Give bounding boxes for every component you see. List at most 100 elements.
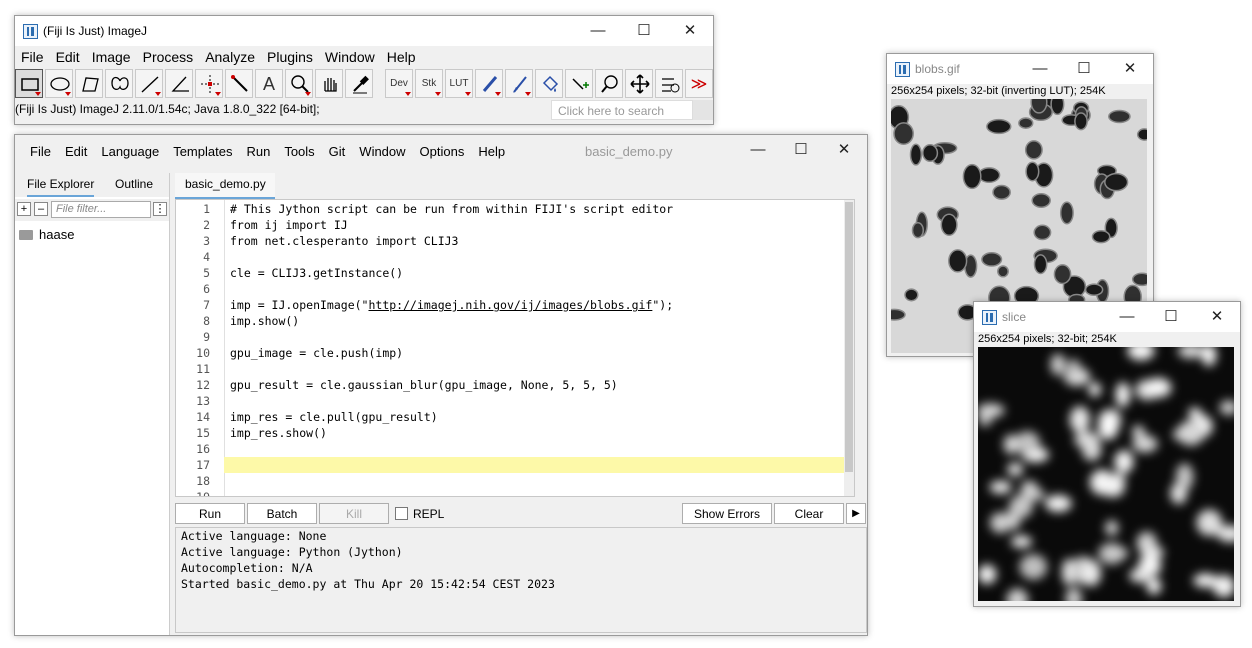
editor-menu-run[interactable]: Run (239, 141, 277, 162)
wand-tool-icon[interactable] (225, 69, 253, 98)
maximize-icon[interactable]: ☐ (621, 16, 667, 46)
code-line[interactable]: 19 (176, 489, 844, 496)
file-filter-input[interactable]: File filter... (51, 201, 151, 218)
stk-menu[interactable]: Stk (415, 69, 443, 98)
clear-button[interactable]: Clear (774, 503, 844, 524)
filter-options-button[interactable]: ⋮ (153, 202, 167, 216)
editor-menu-git[interactable]: Git (322, 141, 353, 162)
editor-menu-edit[interactable]: Edit (58, 141, 94, 162)
line-number: 14 (196, 410, 210, 424)
editor-menu-templates[interactable]: Templates (166, 141, 239, 162)
tab-basic-demo[interactable]: basic_demo.py (175, 173, 275, 199)
editor-menu-language[interactable]: Language (94, 141, 166, 162)
menu-image[interactable]: Image (86, 46, 137, 65)
lut-menu[interactable]: LUT (445, 69, 473, 98)
code-line[interactable]: 4 (176, 249, 844, 265)
menu-analyze[interactable]: Analyze (199, 46, 261, 65)
code-line[interactable]: 16 (176, 441, 844, 457)
close-icon[interactable]: ✕ (667, 16, 713, 46)
menu-file[interactable]: File (15, 46, 50, 65)
code-line[interactable]: 11 (176, 361, 844, 377)
code-line[interactable]: 13 (176, 393, 844, 409)
brush-tool-icon[interactable] (505, 69, 533, 98)
code-editor[interactable]: 1 # This Jython script can be run from wi… (175, 199, 855, 497)
tool-switch-icon[interactable] (655, 69, 683, 98)
code-line[interactable]: 2 from ij import IJ (176, 217, 844, 233)
repl-checkbox[interactable] (395, 507, 408, 520)
freehand-tool-icon[interactable] (105, 69, 133, 98)
editor-minimize-icon[interactable]: — (735, 135, 781, 165)
flood-fill-tool-icon[interactable] (535, 69, 563, 98)
editor-scrollbar[interactable] (844, 200, 854, 496)
menu-help[interactable]: Help (381, 46, 422, 65)
move-tool-icon[interactable] (625, 69, 653, 98)
rectangle-tool-icon[interactable] (15, 69, 43, 98)
oval-tool-icon[interactable] (45, 69, 73, 98)
slice-image-window: slice — ☐ ✕ 256x254 pixels; 32-bit; 254K (973, 301, 1241, 607)
editor-menu-tools[interactable]: Tools (277, 141, 321, 162)
editor-menu-window[interactable]: Window (352, 141, 412, 162)
hand-tool-icon[interactable] (315, 69, 343, 98)
maximize-icon[interactable]: ☐ (1148, 302, 1194, 332)
magnifier-tool-icon[interactable] (285, 69, 313, 98)
editor-scroll-thumb[interactable] (845, 202, 853, 472)
code-line[interactable]: 18 (176, 473, 844, 489)
editor-maximize-icon[interactable]: ☐ (778, 135, 824, 165)
add-button[interactable]: + (17, 202, 31, 216)
point-tool-icon[interactable] (195, 69, 223, 98)
search-button[interactable] (693, 100, 713, 120)
line-tool-icon[interactable] (135, 69, 163, 98)
run-button[interactable]: Run (175, 503, 245, 524)
menu-window[interactable]: Window (319, 46, 381, 65)
wand-plus-tool-icon[interactable] (565, 69, 593, 98)
tab-file-explorer[interactable]: File Explorer (27, 177, 95, 197)
close-icon[interactable]: ✕ (1194, 302, 1240, 332)
dev-menu[interactable]: Dev (385, 69, 413, 98)
blobs-titlebar[interactable]: blobs.gif — ☐ ✕ (887, 54, 1153, 84)
remove-button[interactable]: – (34, 202, 48, 216)
dropper-tool-icon[interactable] (345, 69, 373, 98)
more-tools-icon[interactable]: ≫ (685, 69, 713, 98)
code-line[interactable]: 8 imp.show() (176, 313, 844, 329)
code-url[interactable]: http://imagej.nih.gov/ij/images/blobs.gi… (368, 298, 652, 312)
imagej-titlebar[interactable]: (Fiji Is Just) ImageJ — ☐ ✕ (15, 16, 713, 46)
code-line[interactable]: 10 gpu_image = cle.push(imp) (176, 345, 844, 361)
editor-close-icon[interactable]: ✕ (821, 135, 867, 165)
menu-plugins[interactable]: Plugins (261, 46, 319, 65)
code-line[interactable]: 5 cle = CLIJ3.getInstance() (176, 265, 844, 281)
batch-button[interactable]: Batch (247, 503, 317, 524)
angle-tool-icon[interactable] (165, 69, 193, 98)
minimize-icon[interactable]: — (1104, 302, 1150, 332)
tab-outline[interactable]: Outline (115, 177, 153, 191)
slice-image[interactable] (978, 347, 1234, 601)
code-line[interactable]: 9 (176, 329, 844, 345)
code-line[interactable]: 1 # This Jython script can be run from wi… (176, 201, 844, 217)
menu-process[interactable]: Process (137, 46, 200, 65)
minimize-icon[interactable]: — (575, 16, 621, 46)
code-line[interactable]: 12 gpu_result = cle.gaussian_blur(gpu_ima… (176, 377, 844, 393)
editor-menu-help[interactable]: Help (471, 141, 512, 162)
slice-titlebar[interactable]: slice — ☐ ✕ (974, 302, 1240, 332)
expand-arrow-icon[interactable]: ▶ (846, 503, 866, 524)
close-icon[interactable]: ✕ (1107, 54, 1153, 84)
show-errors-button[interactable]: Show Errors (682, 503, 772, 524)
editor-menu-file[interactable]: File (23, 141, 58, 162)
code-line[interactable]: 14 imp_res = cle.pull(gpu_result) (176, 409, 844, 425)
text-tool-icon[interactable]: A (255, 69, 283, 98)
code-line[interactable]: 6 (176, 281, 844, 297)
code-line[interactable]: 17 (176, 457, 844, 473)
code-line[interactable]: 15 imp_res.show() (176, 425, 844, 441)
code-line[interactable]: 3 from net.clesperanto import CLIJ3 (176, 233, 844, 249)
pencil-tool-icon[interactable] (475, 69, 503, 98)
polygon-tool-icon[interactable] (75, 69, 103, 98)
tree-root-folder[interactable]: haase (39, 227, 74, 242)
search-tool-icon[interactable] (595, 69, 623, 98)
output-console[interactable]: Active language: None Active language: P… (175, 527, 867, 633)
maximize-icon[interactable]: ☐ (1061, 54, 1107, 84)
editor-menu-options[interactable]: Options (413, 141, 472, 162)
kill-button[interactable]: Kill (319, 503, 389, 524)
menu-edit[interactable]: Edit (50, 46, 86, 65)
search-field[interactable]: Click here to search (551, 100, 693, 120)
code-line[interactable]: 7 imp = IJ.openImage("http://imagej.nih.g… (176, 297, 844, 313)
minimize-icon[interactable]: — (1017, 54, 1063, 84)
